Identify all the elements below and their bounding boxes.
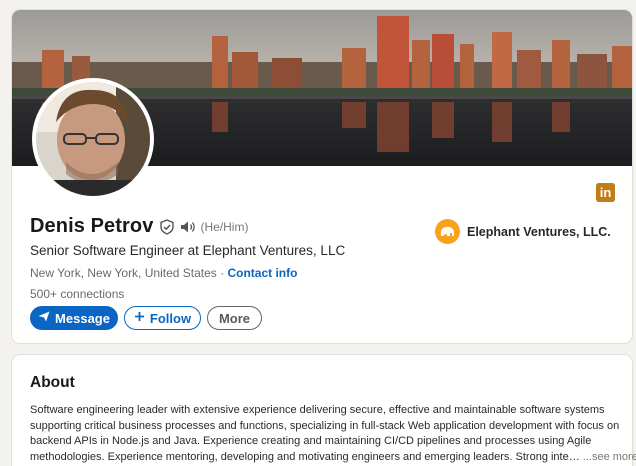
- profile-card: in Denis Petrov (He/Him) Senior Software…: [12, 10, 632, 343]
- location-separator: ·: [216, 266, 228, 280]
- linkedin-badge-label: in: [599, 185, 612, 200]
- location: New York, New York, United States: [30, 266, 217, 280]
- about-title: About: [30, 374, 75, 391]
- current-company[interactable]: Elephant Ventures, LLC.: [435, 219, 611, 244]
- linkedin-icon[interactable]: in: [596, 183, 615, 202]
- name-row: Denis Petrov (He/Him): [30, 215, 248, 238]
- message-button[interactable]: Message: [30, 306, 118, 330]
- about-line: Software engineering leader with extensi…: [30, 404, 605, 416]
- about-truncation: …: [568, 450, 580, 463]
- profile-photo[interactable]: [32, 78, 154, 200]
- avatar-image: [36, 82, 150, 196]
- follow-button[interactable]: Follow: [124, 306, 201, 330]
- pronouns: (He/Him): [200, 219, 249, 234]
- elephant-logo-icon: [435, 219, 460, 244]
- see-more-link[interactable]: ...see more: [583, 451, 636, 463]
- about-line-last: methodologies. Experience mentoring, dev…: [30, 450, 636, 466]
- message-button-label: Message: [55, 310, 110, 326]
- speaker-icon[interactable]: [180, 220, 196, 234]
- plus-icon: [134, 311, 145, 325]
- more-button-label: More: [218, 310, 251, 326]
- contact-info-link[interactable]: Contact info: [227, 266, 297, 280]
- location-row: New York, New York, United States · Cont…: [30, 266, 297, 280]
- paper-plane-icon: [38, 311, 50, 325]
- about-line: methodologies. Experience mentoring, dev…: [30, 450, 569, 463]
- profile-headline: Senior Software Engineer at Elephant Ven…: [30, 243, 346, 258]
- connections-count[interactable]: 500+ connections: [30, 287, 124, 301]
- about-line: backend APIs in Node.js and Java. Experi…: [30, 435, 592, 447]
- about-line: supporting critical business processes a…: [30, 419, 620, 432]
- follow-button-label: Follow: [149, 310, 192, 326]
- verified-shield-icon[interactable]: [159, 218, 175, 235]
- about-text: Software engineering leader with extensi…: [30, 403, 636, 466]
- about-section: About Software engineering leader with e…: [12, 355, 636, 466]
- company-name: Elephant Ventures, LLC.: [467, 224, 611, 239]
- profile-actions: Message Follow More: [30, 306, 262, 330]
- more-button[interactable]: More: [207, 306, 262, 330]
- profile-name: Denis Petrov: [30, 215, 154, 237]
